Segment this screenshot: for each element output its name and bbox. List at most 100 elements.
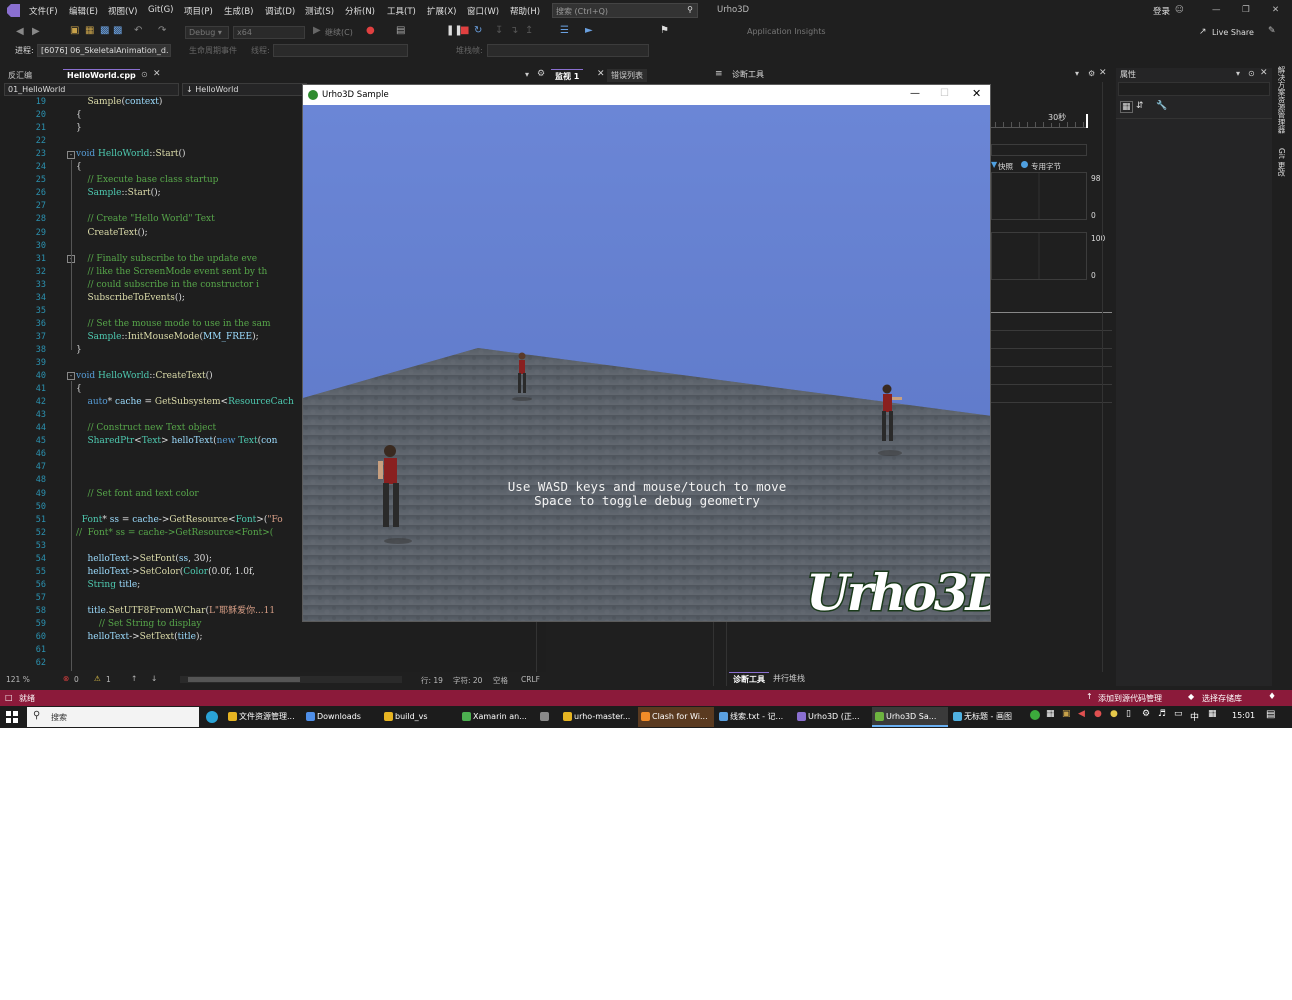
side-tab-git-changes[interactable]: Git 更改	[1276, 148, 1287, 176]
redo-icon[interactable]: ↷	[158, 25, 166, 36]
undo-icon[interactable]: ↶	[134, 25, 142, 36]
taskbar-app-downloads[interactable]: Downloads	[303, 707, 379, 727]
menu-git[interactable]: Git(G)	[148, 5, 174, 15]
window-minimize-icon[interactable]: —	[910, 88, 920, 99]
diagnostics-pin-icon[interactable]: ⚙	[1088, 69, 1095, 78]
taskbar-app-xamarin[interactable]: Xamarin an...	[459, 707, 535, 727]
diagnostics-scrollbar[interactable]	[1102, 82, 1112, 672]
restore-icon[interactable]: ❐	[1242, 5, 1250, 15]
ime-indicator[interactable]: 中	[1190, 710, 1199, 723]
app-insights-button[interactable]: Application Insights	[747, 27, 826, 36]
save-all-icon[interactable]: ▩	[113, 25, 122, 36]
timeline-cursor[interactable]	[1086, 114, 1088, 128]
code-line[interactable]: void HelloWorld::Start()	[76, 148, 186, 161]
menu-debug[interactable]: 调试(D)	[265, 5, 295, 17]
forward-icon[interactable]: ▶	[32, 26, 40, 37]
taskbar-app-build-vs[interactable]: build_vs	[381, 707, 457, 727]
code-line[interactable]: helloText->SetColor(Color(0.0f, 1.0f,	[76, 566, 254, 579]
taskbar-app-notepad[interactable]: 线索.txt - 记...	[716, 707, 792, 727]
side-tab-solution-explorer[interactable]: 解决方案资源管理器	[1276, 66, 1287, 134]
code-line[interactable]: CreateText();	[76, 227, 147, 240]
memory-chart[interactable]	[991, 172, 1087, 220]
taskbar-app-visual-studio[interactable]: Urho3D (正...	[794, 707, 870, 727]
platform-dropdown[interactable]: x64	[233, 26, 305, 39]
hot-reload-icon[interactable]: ▤	[396, 25, 405, 36]
process-dropdown[interactable]: [6076] 06_SkeletalAnimation_d.	[37, 44, 171, 57]
code-line[interactable]: // Set String to display	[76, 618, 202, 631]
cpu-chart[interactable]	[991, 232, 1087, 280]
tab-close-icon[interactable]: ✕	[153, 69, 161, 79]
output-icon[interactable]: □	[5, 693, 13, 702]
menu-file[interactable]: 文件(F)	[29, 5, 58, 17]
edge-icon[interactable]	[206, 711, 218, 723]
live-share-button[interactable]: Live Share	[1212, 28, 1254, 37]
tray-icon[interactable]: ●	[1094, 709, 1102, 719]
code-line[interactable]: Sample(context)	[76, 96, 162, 109]
code-line[interactable]: {	[76, 383, 82, 396]
code-line[interactable]: // Set font and text color	[76, 488, 198, 501]
code-line[interactable]: // Font* ss = cache->GetResource<Font>(	[76, 527, 273, 540]
close-icon[interactable]: ✕	[1272, 5, 1279, 15]
account-icon[interactable]: ☺	[1175, 5, 1184, 15]
window-close-icon[interactable]: ✕	[972, 87, 981, 100]
new-project-icon[interactable]: ▣	[70, 25, 79, 36]
continue-icon[interactable]: ▶	[313, 25, 321, 36]
code-line[interactable]: // Create "Hello World" Text	[76, 213, 214, 226]
stop-icon[interactable]: ■	[460, 25, 469, 36]
login-link[interactable]: 登录	[1153, 5, 1170, 17]
categorized-icon[interactable]: ▦	[1120, 101, 1133, 113]
taskbar-app-paint[interactable]: 无标题 - 画图	[950, 707, 1026, 727]
line-ending[interactable]: CRLF	[521, 675, 540, 684]
tray-check-icon[interactable]	[1030, 710, 1040, 720]
code-editor[interactable]: 19 20 21 22 23 24 25 26 27 28 29 30 31 32 33 34 35 36 37 38…	[0, 96, 300, 671]
notifications-icon[interactable]: ♦	[1268, 692, 1276, 702]
properties-menu-icon[interactable]: ▾	[1236, 69, 1240, 78]
menu-window[interactable]: 窗口(W)	[467, 5, 499, 17]
editor-settings-icon[interactable]: ⚙	[537, 69, 545, 79]
volume-icon[interactable]: ♬	[1158, 709, 1166, 719]
feedback-icon[interactable]: ✎	[1268, 26, 1276, 36]
action-center-icon[interactable]: ▤	[1266, 709, 1275, 720]
taskbar-app-generic[interactable]	[537, 707, 559, 727]
nav-up-icon[interactable]: ↑	[131, 674, 137, 683]
cursor-line[interactable]: 行: 19	[421, 675, 443, 686]
warning-count[interactable]: 1	[106, 675, 111, 684]
open-folder-icon[interactable]: ▦	[85, 25, 94, 36]
restart-icon[interactable]: ↻	[474, 25, 482, 36]
pin-icon[interactable]: ⊙	[141, 70, 148, 79]
configuration-dropdown[interactable]: Debug ▾	[185, 26, 229, 39]
tray-icon[interactable]: ●	[1110, 709, 1118, 719]
tab-disassembly[interactable]: 反汇编	[4, 69, 36, 82]
menu-view[interactable]: 视图(V)	[108, 5, 137, 17]
window-title-bar[interactable]: Urho3D Sample — ☐ ✕	[303, 85, 990, 105]
3d-viewport[interactable]: Use WASD keys and mouse/touch to move Sp…	[303, 105, 991, 622]
taskbar-search-box[interactable]: ⚲ 搜索	[27, 707, 199, 727]
cursor-char[interactable]: 字符: 20	[453, 675, 482, 686]
thread-dropdown[interactable]	[273, 44, 408, 57]
tray-icon[interactable]: ◀	[1078, 709, 1085, 719]
tray-icon[interactable]: ⚙	[1142, 709, 1150, 719]
back-icon[interactable]: ◀	[16, 26, 24, 37]
tab-diagnostics-tools[interactable]: 诊断工具	[729, 672, 769, 685]
tab-parallel-stacks[interactable]: 并行堆栈	[769, 672, 809, 685]
code-line[interactable]: title.SetUTF8FromWChar(L"耶稣爱你...11	[76, 605, 275, 618]
clock[interactable]: 15:01	[1232, 711, 1255, 720]
property-pages-icon[interactable]: 🔧	[1156, 101, 1167, 111]
menu-tools[interactable]: 工具(T)	[387, 5, 416, 17]
code-line[interactable]: }	[76, 344, 82, 357]
menu-analyze[interactable]: 分析(N)	[345, 5, 375, 17]
lifecycle-events-button[interactable]: 生命周期事件	[189, 45, 237, 56]
code-line[interactable]: // Finally subscribe to the update eve	[76, 253, 257, 266]
code-line[interactable]: {	[76, 109, 82, 122]
urho3d-sample-window[interactable]: Urho3D Sample — ☐ ✕ Use WASD keys and mo…	[302, 84, 991, 622]
code-line[interactable]: {	[76, 161, 82, 174]
horizontal-scrollbar[interactable]	[180, 676, 402, 683]
minimize-icon[interactable]: —	[1212, 5, 1221, 15]
taskbar-app-explorer[interactable]: 文件资源管理...	[225, 707, 301, 727]
step-out-icon[interactable]: ↥	[525, 25, 533, 36]
step-into-icon[interactable]: ↴	[510, 25, 518, 36]
code-line[interactable]: // Set the mouse mode to use in the sam	[76, 318, 270, 331]
code-line[interactable]: String title;	[76, 579, 140, 592]
tab-error-list[interactable]: 错误列表	[607, 69, 647, 82]
code-line[interactable]: auto* cache = GetSubsystem<ResourceCach	[76, 396, 293, 409]
